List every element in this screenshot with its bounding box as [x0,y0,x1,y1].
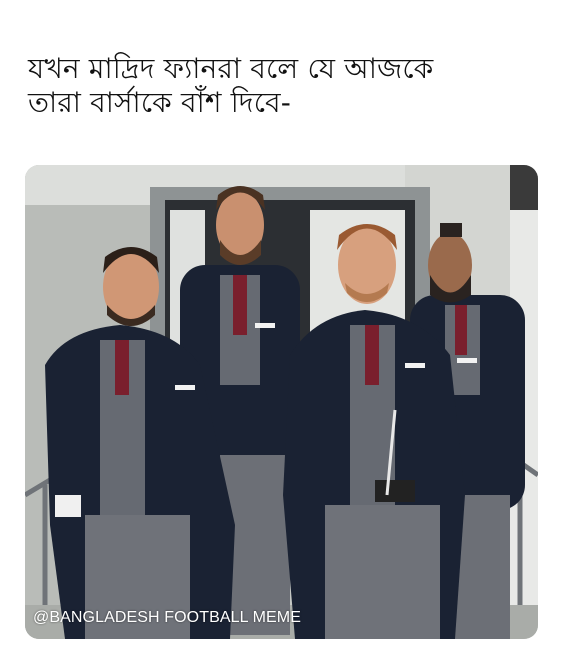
meme-photo: @BANGLADESH FOOTBALL MEME [25,165,538,639]
watermark-text: @BANGLADESH FOOTBALL MEME [33,609,301,626]
players-illustration [25,165,538,639]
meme-caption: যখন মাদ্রিদ ফ্যানরা বলে যে আজকে তারা বার… [28,52,548,120]
caption-line-1: যখন মাদ্রিদ ফ্যানরা বলে যে আজকে [28,52,434,85]
caption-line-2: তারা বার্সাকে বাঁশ দিবে- [28,86,292,119]
